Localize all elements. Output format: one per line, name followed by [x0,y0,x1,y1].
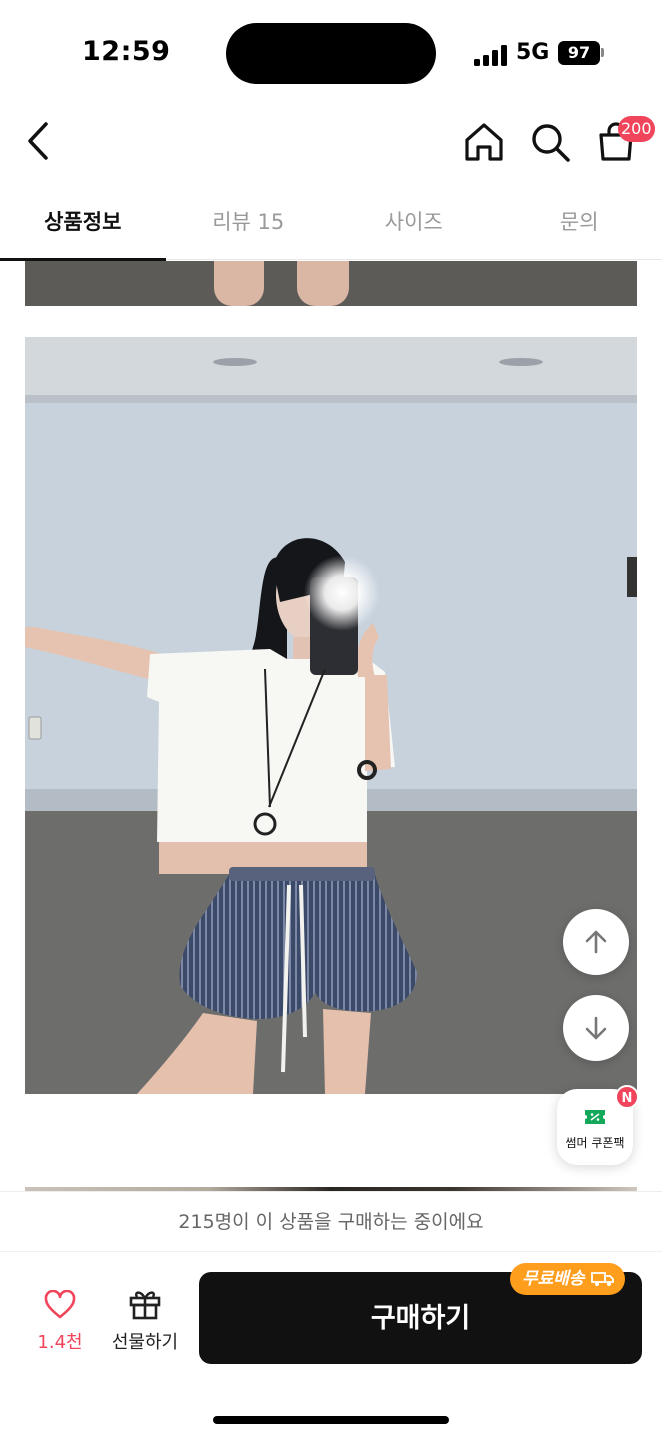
scroll-up-button[interactable] [563,909,629,975]
scroll-down-button[interactable] [563,995,629,1061]
product-photo-previous [25,261,637,306]
free-shipping-label: 무료배송 [522,1269,585,1289]
like-count: 1.4천 [37,1332,83,1353]
delivery-truck-icon [590,1272,614,1286]
arrow-down-icon [585,1016,607,1040]
gift-icon [129,1291,161,1320]
chevron-left-icon[interactable] [24,120,56,162]
tab-reviews[interactable]: 리뷰 15 [166,192,332,259]
home-icon[interactable] [462,120,506,164]
buyers-count-text: 215명이 이 상품을 구매하는 중이에요 [0,1191,662,1251]
coupon-pack-label: 썸머 쿠폰팩 [565,1136,625,1150]
tab-inquiry[interactable]: 문의 [497,192,662,259]
arrow-up-icon [585,930,607,954]
status-time: 12:59 [82,36,171,67]
home-indicator [213,1416,449,1424]
cart-count-badge: 200 [618,116,655,142]
new-badge: N [615,1085,639,1109]
gift-button[interactable]: 선물하기 [106,1288,184,1354]
dynamic-island [226,23,436,84]
battery-tip [601,48,604,57]
product-detail-content[interactable] [0,261,662,1191]
signal-icon [474,44,508,66]
gift-label: 선물하기 [111,1332,179,1353]
network-label: 5G [516,40,550,65]
tab-size[interactable]: 사이즈 [331,192,497,259]
product-photo [25,337,637,1094]
coupon-ticket-icon [585,1110,605,1124]
status-bar: 12:59 5G 97 [0,0,662,100]
free-shipping-badge: 무료배송 [510,1263,625,1295]
product-tabs: 상품정보 리뷰 15 사이즈 문의 [0,192,662,261]
tab-product-info[interactable]: 상품정보 [0,192,166,261]
like-button[interactable]: 1.4천 [30,1289,90,1354]
search-icon[interactable] [528,120,572,164]
battery-icon: 97 [558,41,600,65]
heart-icon [44,1289,76,1319]
